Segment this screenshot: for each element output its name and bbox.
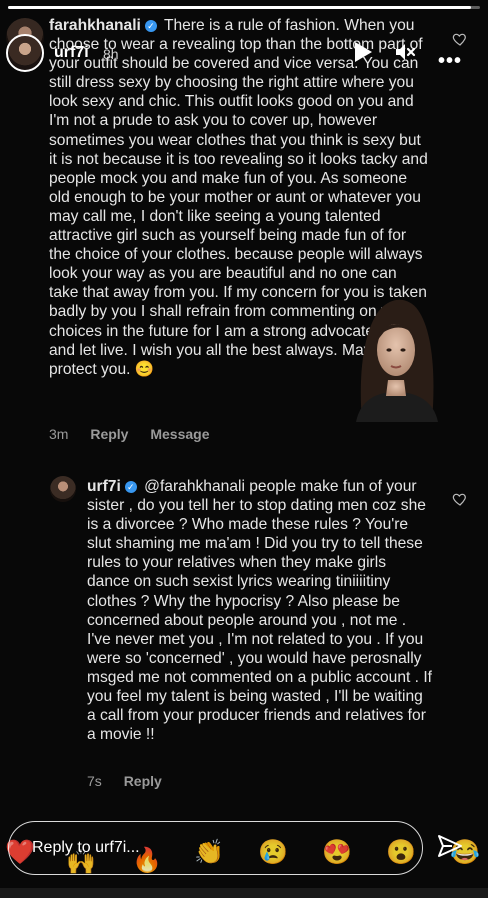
- reply-avatar: [50, 476, 76, 502]
- comment-username: farahkhanali: [49, 17, 141, 34]
- story-progress-fill: [8, 6, 471, 9]
- portrait-sticker-image: [356, 299, 438, 422]
- reply-link[interactable]: Reply: [90, 426, 128, 442]
- comment-meta: 3m Reply Message: [49, 426, 228, 442]
- comment-body: @farahkhanali people make fun of your si…: [87, 478, 432, 744]
- comment-meta: 7s Reply: [87, 773, 180, 789]
- message-link[interactable]: Message: [150, 426, 209, 442]
- comment-time: 7s: [87, 773, 102, 789]
- story-time: 8h: [103, 46, 119, 62]
- story-username[interactable]: urf7i: [54, 44, 89, 62]
- verified-badge-icon: ✓: [144, 20, 157, 32]
- story-progress-bar: [8, 6, 480, 9]
- comment-time: 3m: [49, 426, 69, 442]
- heart-outline-icon[interactable]: [452, 491, 468, 507]
- story-viewer: farahkhanali ✓ There is a rule of fashion…: [0, 0, 488, 898]
- reply-link[interactable]: Reply: [124, 773, 162, 789]
- send-icon[interactable]: [436, 832, 464, 860]
- reply-placeholder: Reply to urf7i...: [32, 839, 140, 856]
- bottom-strip: [0, 888, 488, 898]
- story-avatar[interactable]: [6, 34, 44, 72]
- more-options-icon[interactable]: •••: [438, 50, 462, 73]
- comment-urf7i: urf7i ✓ @farahkhanali people make fun of …: [87, 477, 432, 744]
- verified-badge-icon: ✓: [124, 481, 137, 493]
- play-icon[interactable]: [352, 40, 374, 64]
- mute-icon[interactable]: [393, 40, 417, 64]
- comment-username: urf7i: [87, 478, 121, 495]
- heart-outline-icon[interactable]: [452, 31, 468, 47]
